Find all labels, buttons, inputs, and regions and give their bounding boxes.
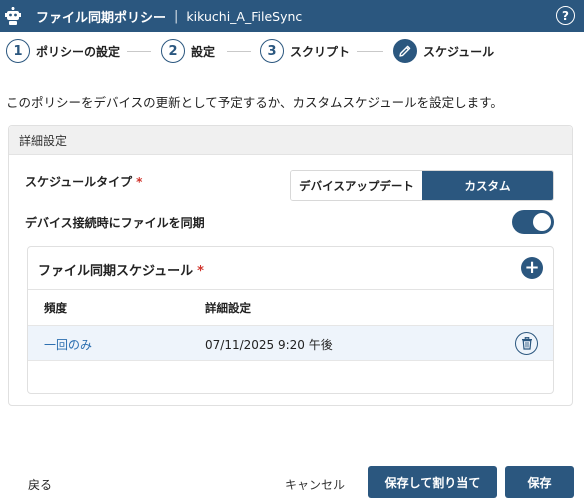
- step-connector: [127, 51, 151, 52]
- schedule-detail: 07/11/2025 9:20 午後: [205, 338, 333, 352]
- wizard-stepper: 1 ポリシーの設定 2 設定 3 スクリプト スケジュール: [0, 39, 584, 67]
- help-circle-icon[interactable]: ?: [556, 6, 575, 25]
- step-label: ポリシーの設定: [36, 44, 121, 59]
- column-detail: 詳細設定: [205, 301, 251, 315]
- step-label: 設定: [191, 44, 216, 59]
- step-label: スクリプト: [290, 44, 351, 59]
- step-number: 1: [6, 39, 30, 63]
- save-and-assign-button[interactable]: 保存して割り当て: [368, 466, 497, 498]
- trash-icon[interactable]: [515, 332, 538, 355]
- step-connector: [227, 51, 251, 52]
- option-device-update[interactable]: デバイスアップデート: [291, 171, 422, 200]
- step-schedule[interactable]: スケジュール: [393, 39, 494, 63]
- save-button[interactable]: 保存: [505, 466, 574, 498]
- table-row: 一回のみ 07/11/2025 9:20 午後: [28, 325, 553, 361]
- plus-circle-icon[interactable]: +: [521, 257, 543, 279]
- pencil-icon: [393, 39, 417, 63]
- robot-icon: [2, 6, 24, 28]
- advanced-settings-panel: 詳細設定 スケジュールタイプ * デバイスアップデート カスタム デバイス接続時に…: [8, 125, 573, 406]
- schedule-type-text: スケジュールタイプ: [25, 175, 133, 189]
- schedule-type-label: スケジュールタイプ *: [25, 173, 142, 190]
- schedule-card-title-text: ファイル同期スケジュール: [38, 264, 194, 279]
- cancel-button[interactable]: キャンセル: [285, 476, 345, 493]
- back-button[interactable]: 戻る: [28, 476, 52, 493]
- title-separator: |: [174, 8, 179, 24]
- toggle-knob: [533, 213, 551, 231]
- step-number: 2: [161, 39, 185, 63]
- required-mark: *: [197, 264, 204, 279]
- step-script[interactable]: 3 スクリプト: [260, 39, 350, 63]
- column-frequency: 頻度: [44, 301, 67, 315]
- step-policy-settings[interactable]: 1 ポリシーの設定: [6, 39, 120, 63]
- step-number: 3: [260, 39, 284, 63]
- option-custom[interactable]: カスタム: [422, 171, 553, 200]
- title-bar: ファイル同期ポリシー | kikuchi_A_FileSync ?: [0, 0, 584, 32]
- step-settings[interactable]: 2 設定: [161, 39, 215, 63]
- policy-name: kikuchi_A_FileSync: [186, 8, 303, 24]
- intro-text: このポリシーをデバイスの更新として予定するか、カスタムスケジュールを設定します。: [6, 95, 503, 110]
- step-label: スケジュール: [423, 44, 495, 59]
- sync-on-connect-toggle[interactable]: [512, 210, 554, 234]
- table-header: 頻度 詳細設定: [28, 289, 553, 325]
- required-mark: *: [136, 175, 143, 189]
- sync-on-connect-label: デバイス接続時にファイルを同期: [25, 216, 205, 230]
- page-title: ファイル同期ポリシー: [36, 10, 167, 26]
- schedule-card-title: ファイル同期スケジュール *: [38, 260, 204, 279]
- schedule-type-selector: デバイスアップデート カスタム: [290, 170, 554, 201]
- step-connector: [357, 51, 383, 52]
- panel-header: 詳細設定: [9, 126, 572, 155]
- frequency-link[interactable]: 一回のみ: [44, 336, 92, 353]
- file-sync-schedule-card: ファイル同期スケジュール * + 頻度 詳細設定 一回のみ 07/11/2025 …: [27, 246, 554, 394]
